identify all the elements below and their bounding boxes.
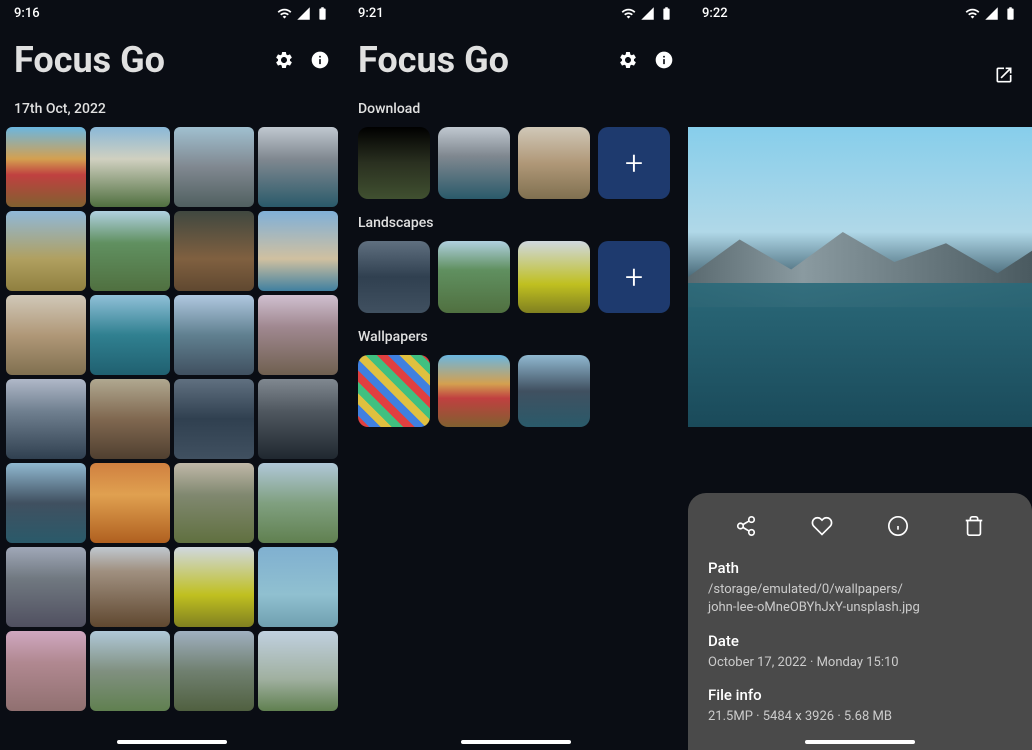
photo-thumb[interactable]: [90, 127, 170, 207]
photo-thumb[interactable]: [6, 127, 86, 207]
photo-thumb[interactable]: [90, 547, 170, 627]
photo-thumb[interactable]: [6, 379, 86, 459]
status-bar: 9:22: [688, 0, 1032, 27]
photo-thumb[interactable]: [174, 547, 254, 627]
heart-icon[interactable]: [811, 515, 833, 537]
screen-folders: 9:21 Focus Go Download + Landscapes: [344, 0, 688, 750]
battery-icon: [659, 6, 674, 21]
folder-section-label: Landscapes: [344, 199, 688, 241]
signal-icon: [296, 6, 311, 21]
folder-thumb[interactable]: [358, 127, 430, 199]
info-file: File info 21.5MP · 5484 x 3926 · 5.68 MB: [708, 686, 1012, 726]
folder-thumb[interactable]: [518, 355, 590, 427]
info-label: Date: [708, 632, 1012, 650]
status-icons: [277, 6, 330, 21]
info-value: October 17, 2022 · Monday 15:10: [708, 654, 1012, 672]
info-value: john-lee-oMneOBYhJxY-unsplash.jpg: [708, 599, 1012, 617]
status-time: 9:22: [702, 6, 728, 21]
photo-thumb[interactable]: [258, 211, 338, 291]
photo-thumb[interactable]: [258, 463, 338, 543]
photo-thumb[interactable]: [174, 463, 254, 543]
header: Focus Go: [0, 27, 344, 101]
folder-row-wallpapers: [344, 355, 688, 427]
add-button[interactable]: +: [598, 241, 670, 313]
info-icon[interactable]: [310, 50, 330, 70]
photo-thumb[interactable]: [90, 211, 170, 291]
status-time: 9:21: [358, 6, 384, 21]
info-value: 21.5MP · 5484 x 3926 · 5.68 MB: [708, 708, 1012, 726]
nav-handle[interactable]: [461, 740, 571, 744]
photo-thumb[interactable]: [174, 295, 254, 375]
date-header: 17th Oct, 2022: [0, 101, 344, 127]
folder-thumb[interactable]: [518, 241, 590, 313]
app-title: Focus Go: [14, 39, 165, 81]
photo-thumb[interactable]: [6, 295, 86, 375]
info-icon[interactable]: [654, 50, 674, 70]
screen-grid: 9:16 Focus Go 17th Oct, 2022: [0, 0, 344, 750]
app-title: Focus Go: [358, 39, 509, 81]
photo-thumb[interactable]: [174, 631, 254, 711]
photo-thumb[interactable]: [258, 631, 338, 711]
photo-thumb[interactable]: [6, 463, 86, 543]
trash-icon[interactable]: [963, 515, 985, 537]
add-button[interactable]: +: [598, 127, 670, 199]
battery-icon: [315, 6, 330, 21]
photo-thumb[interactable]: [174, 379, 254, 459]
wifi-icon: [621, 6, 636, 21]
status-time: 9:16: [14, 6, 40, 21]
photo-thumb[interactable]: [258, 127, 338, 207]
folder-section-label: Download: [344, 101, 688, 127]
open-external-icon[interactable]: [994, 65, 1014, 89]
folder-thumb[interactable]: [358, 355, 430, 427]
screen-detail: 9:22 Path /storage/emulated/0/wallpapers…: [688, 0, 1032, 750]
nav-handle[interactable]: [117, 740, 227, 744]
share-icon[interactable]: [735, 515, 757, 537]
photo-thumb[interactable]: [90, 295, 170, 375]
signal-icon: [640, 6, 655, 21]
photo-thumb[interactable]: [258, 295, 338, 375]
info-label: File info: [708, 686, 1012, 704]
nav-handle[interactable]: [805, 740, 915, 744]
folder-section-label: Wallpapers: [344, 313, 688, 355]
gear-icon[interactable]: [618, 50, 638, 70]
gear-icon[interactable]: [274, 50, 294, 70]
folder-thumb[interactable]: [358, 241, 430, 313]
photo-thumb[interactable]: [258, 547, 338, 627]
header: Focus Go: [344, 27, 688, 101]
info-value: /storage/emulated/0/wallpapers/: [708, 581, 1012, 599]
photo-thumb[interactable]: [90, 463, 170, 543]
info-date: Date October 17, 2022 · Monday 15:10: [708, 632, 1012, 672]
status-icons: [621, 6, 674, 21]
photo-thumb[interactable]: [6, 211, 86, 291]
photo-viewer[interactable]: [688, 127, 1032, 427]
status-bar: 9:16: [0, 0, 344, 27]
folder-row-download: +: [344, 127, 688, 199]
photo-thumb[interactable]: [90, 631, 170, 711]
info-icon[interactable]: [887, 515, 909, 537]
folder-thumb[interactable]: [518, 127, 590, 199]
photo-thumb[interactable]: [174, 127, 254, 207]
wifi-icon: [277, 6, 292, 21]
wifi-icon: [965, 6, 980, 21]
folder-thumb[interactable]: [438, 127, 510, 199]
info-label: Path: [708, 559, 1012, 577]
photo-thumb[interactable]: [258, 379, 338, 459]
photo-thumb[interactable]: [174, 211, 254, 291]
info-sheet[interactable]: Path /storage/emulated/0/wallpapers/ joh…: [688, 493, 1032, 750]
action-row: [708, 511, 1012, 559]
folder-thumb[interactable]: [438, 355, 510, 427]
info-path: Path /storage/emulated/0/wallpapers/ joh…: [708, 559, 1012, 617]
status-bar: 9:21: [344, 0, 688, 27]
photo-thumb[interactable]: [90, 379, 170, 459]
signal-icon: [984, 6, 999, 21]
folder-row-landscapes: +: [344, 241, 688, 313]
folder-thumb[interactable]: [438, 241, 510, 313]
photo-thumb[interactable]: [6, 547, 86, 627]
battery-icon: [1003, 6, 1018, 21]
photo-grid: [0, 127, 344, 711]
status-icons: [965, 6, 1018, 21]
photo-thumb[interactable]: [6, 631, 86, 711]
